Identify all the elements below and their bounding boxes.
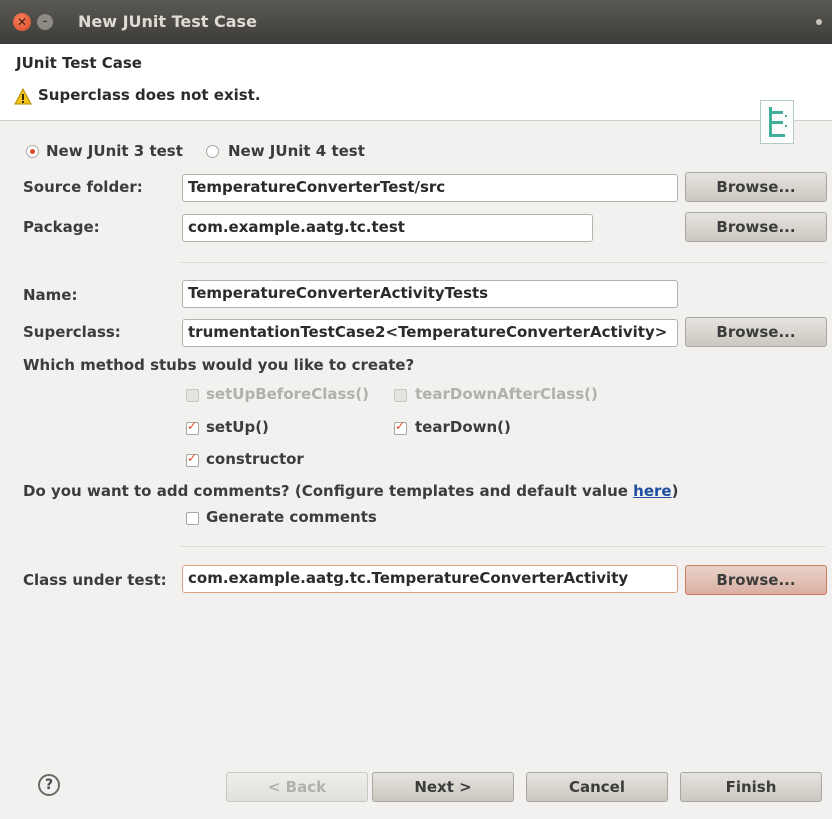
package-input[interactable]: com.example.aatg.tc.test [182,214,593,242]
name-label: Name: [23,286,78,304]
window-menu-icon[interactable] [816,19,822,25]
class-under-test-input[interactable]: com.example.aatg.tc.TemperatureConverter… [182,565,678,593]
generate-comments-checkbox[interactable] [186,512,199,525]
junit3-label[interactable]: New JUnit 3 test [46,142,183,160]
teardownafterclass-label: tearDownAfterClass() [415,385,598,403]
configure-templates-link[interactable]: here [633,482,671,500]
class-under-test-browse-button[interactable]: Browse... [685,565,827,595]
source-folder-browse-button[interactable]: Browse... [685,172,827,202]
source-folder-label: Source folder: [23,178,143,196]
setupbeforeclass-label: setUpBeforeClass() [206,385,370,403]
help-icon[interactable]: ? [38,774,60,796]
wizard-header: JUnit Test Case Superclass does not exis… [0,44,832,144]
constructor-label[interactable]: constructor [206,450,304,468]
minimize-icon[interactable]: – [37,14,53,30]
setupbeforeclass-checkbox [186,389,199,402]
separator [180,546,826,547]
junit4-label[interactable]: New JUnit 4 test [228,142,365,160]
close-icon[interactable]: ✕ [13,13,31,31]
package-browse-button[interactable]: Browse... [685,212,827,242]
warning-icon [14,88,32,105]
comments-question-text: Do you want to add comments? (Configure … [23,482,634,500]
teardown-label[interactable]: tearDown() [415,418,511,436]
dialog-window: ✕ – New JUnit Test Case JUnit Test Case … [0,0,832,819]
junit3-radio[interactable] [26,145,39,158]
wizard-message: Superclass does not exist. [38,86,261,104]
junit-wizard-icon [760,100,794,144]
class-under-test-label: Class under test: [23,571,167,589]
setup-checkbox[interactable] [186,419,199,435]
junit4-radio[interactable] [206,145,219,158]
generate-comments-label[interactable]: Generate comments [206,508,377,526]
superclass-browse-button[interactable]: Browse... [685,317,827,347]
superclass-label: Superclass: [23,323,121,341]
package-label: Package: [23,218,100,236]
superclass-input[interactable]: trumentationTestCase2<TemperatureConvert… [182,319,678,347]
comments-question-suffix: ) [671,482,679,500]
constructor-checkbox[interactable] [186,451,199,467]
window-title: New JUnit Test Case [78,12,257,31]
cancel-button[interactable]: Cancel [526,772,668,802]
teardownafterclass-checkbox [394,389,407,402]
wizard-title: JUnit Test Case [16,54,142,72]
separator [180,262,826,263]
title-bar[interactable]: ✕ – New JUnit Test Case [0,0,832,44]
setup-label[interactable]: setUp() [206,418,269,436]
comments-question: Do you want to add comments? (Configure … [23,482,678,500]
source-folder-input[interactable]: TemperatureConverterTest/src [182,174,678,202]
back-button: < Back [226,772,368,802]
teardown-checkbox[interactable] [394,419,407,435]
next-button[interactable]: Next > [372,772,514,802]
method-stubs-question: Which method stubs would you like to cre… [23,356,415,374]
finish-button[interactable]: Finish [680,772,822,802]
name-input[interactable]: TemperatureConverterActivityTests [182,280,678,308]
